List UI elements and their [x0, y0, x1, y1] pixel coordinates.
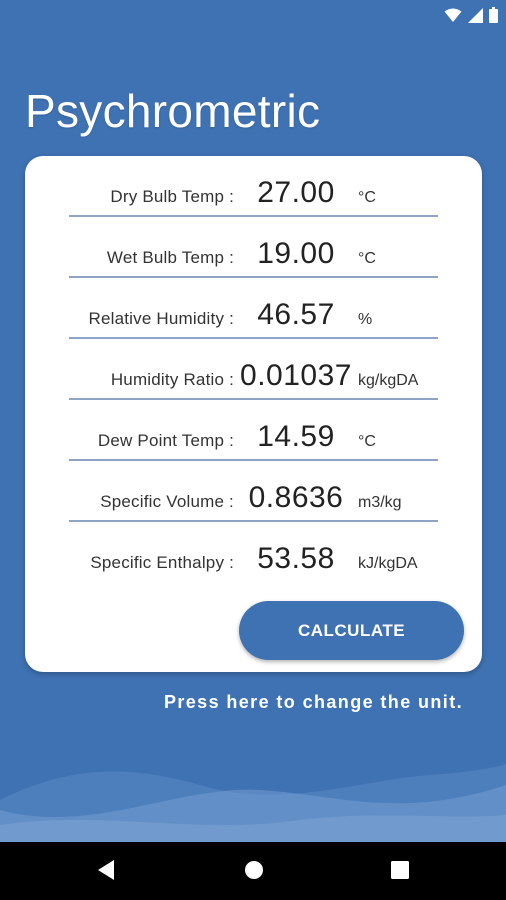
- navigation-bar: [0, 842, 506, 900]
- field-row-dew-point: Dew Point Temp : 14.59 °C: [25, 400, 482, 461]
- back-icon[interactable]: [96, 859, 116, 881]
- field-row-humidity-ratio: Humidity Ratio : 0.01037 kg/kgDA: [25, 339, 482, 400]
- dry-bulb-unit: °C: [358, 189, 376, 206]
- page-title: Psychrometric: [25, 85, 321, 137]
- dry-bulb-label: Dry Bulb Temp :: [110, 187, 234, 206]
- wet-bulb-label: Wet Bulb Temp :: [106, 248, 234, 267]
- dew-point-label: Dew Point Temp :: [97, 431, 234, 450]
- humidity-ratio-label: Humidity Ratio :: [110, 370, 234, 389]
- humidity-ratio-input[interactable]: 0.01037: [236, 359, 356, 393]
- relative-humidity-label: Relative Humidity :: [88, 309, 234, 328]
- calculate-button[interactable]: CALCULATE: [239, 601, 464, 660]
- status-bar: [0, 0, 506, 32]
- field-row-wet-bulb: Wet Bulb Temp : 19.00 °C: [25, 217, 482, 278]
- signal-icon: [468, 7, 483, 23]
- specific-enthalpy-label: Specific Enthalpy :: [90, 553, 234, 572]
- relative-humidity-input[interactable]: 46.57: [236, 298, 356, 332]
- recents-icon[interactable]: [390, 859, 410, 881]
- specific-volume-label: Specific Volume :: [100, 492, 234, 511]
- status-icons: [444, 7, 498, 23]
- dry-bulb-input[interactable]: 27.00: [236, 176, 356, 210]
- dew-point-input[interactable]: 14.59: [236, 420, 356, 454]
- home-icon[interactable]: [243, 859, 265, 881]
- wet-bulb-input[interactable]: 19.00: [236, 237, 356, 271]
- specific-enthalpy-unit: kJ/kgDA: [358, 555, 418, 572]
- humidity-ratio-unit: kg/kgDA: [358, 372, 419, 389]
- dew-point-unit: °C: [358, 433, 376, 450]
- field-row-specific-enthalpy: Specific Enthalpy : 53.58 kJ/kgDA: [25, 522, 482, 583]
- relative-humidity-unit: %: [358, 311, 373, 328]
- field-row-relative-humidity: Relative Humidity : 46.57 %: [25, 278, 482, 339]
- battery-icon: [489, 7, 498, 23]
- wet-bulb-unit: °C: [358, 250, 376, 267]
- specific-volume-input[interactable]: 0.8636: [236, 481, 356, 515]
- wifi-icon: [444, 8, 462, 22]
- specific-volume-unit: m3/kg: [358, 494, 402, 511]
- field-row-specific-volume: Specific Volume : 0.8636 m3/kg: [25, 461, 482, 522]
- field-row-dry-bulb: Dry Bulb Temp : 27.00 °C: [25, 156, 482, 217]
- calculator-card: Dry Bulb Temp : 27.00 °C Wet Bulb Temp :…: [25, 156, 482, 672]
- wave-decoration: [0, 764, 506, 842]
- specific-enthalpy-input[interactable]: 53.58: [236, 542, 356, 576]
- change-unit-link[interactable]: Press here to change the unit.: [164, 692, 463, 713]
